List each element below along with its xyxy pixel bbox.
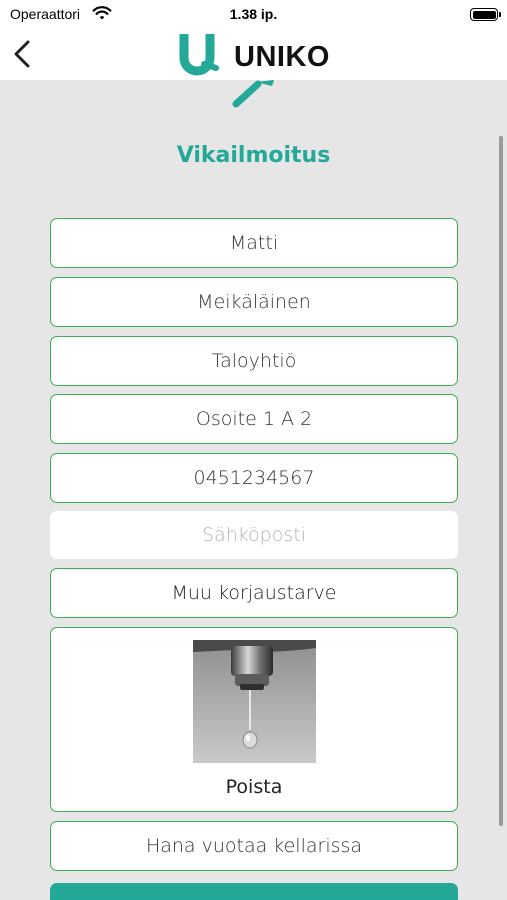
phone-field[interactable]: 0451234567 (50, 453, 458, 503)
scrollbar[interactable] (499, 136, 503, 826)
page-title: Vikailmoitus (176, 143, 331, 168)
repair-type-select[interactable]: Muu korjaustarve (50, 568, 458, 618)
status-bar: Operaattori 1.38 ip. (0, 0, 507, 30)
battery-icon (470, 8, 501, 21)
remove-photo-button[interactable]: Poista (51, 776, 457, 798)
form-screen: Vikailmoitus Matti Meikäläinen Taloyhtiö… (0, 80, 507, 900)
submit-button[interactable] (50, 883, 458, 900)
address-field[interactable]: Osoite 1 A 2 (50, 394, 458, 444)
uniko-u-logo-icon (179, 34, 219, 76)
uniko-logo: UNIKO (178, 34, 333, 76)
wrench-icon (232, 80, 274, 108)
logo-text: UNIKO (234, 41, 330, 73)
chevron-left-icon (14, 40, 30, 68)
navigation-bar: UNIKO (0, 30, 507, 80)
clock: 1.38 ip. (229, 6, 278, 22)
back-button[interactable] (8, 36, 38, 72)
email-field[interactable]: Sähköposti (50, 511, 458, 559)
housing-company-field[interactable]: Taloyhtiö (50, 336, 458, 386)
description-field[interactable]: Hana vuotaa kellarissa (50, 821, 458, 871)
last-name-field[interactable]: Meikäläinen (50, 277, 458, 327)
attached-photo-card: Poista (50, 627, 458, 812)
leaking-faucet-photo (193, 640, 316, 763)
first-name-field[interactable]: Matti (50, 218, 458, 268)
